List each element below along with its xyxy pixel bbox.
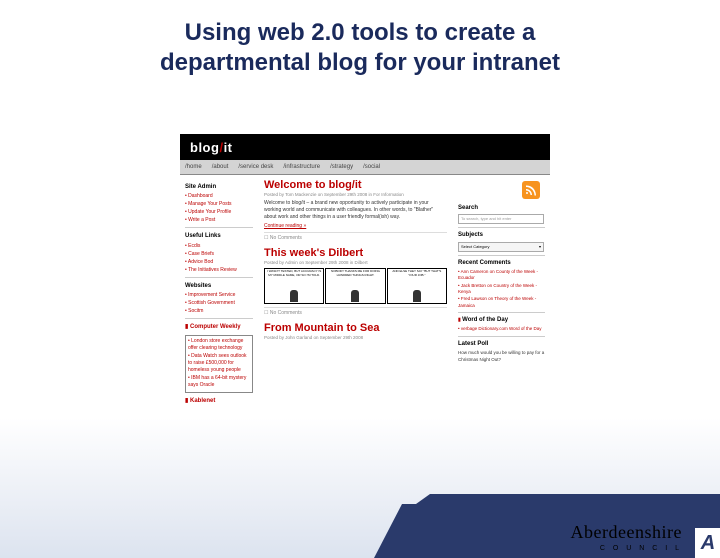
title-line-2: departmental blog for your intranet [0, 48, 720, 78]
title-line-1: Using web 2.0 tools to create a [0, 18, 720, 48]
nav-strategy[interactable]: /strategy [325, 164, 358, 170]
link-item[interactable]: Advice Bod [185, 259, 253, 266]
word-item[interactable]: verbage Dictionary.com Word of the Day [458, 326, 545, 332]
links-heading: Useful Links [185, 232, 253, 240]
admin-item[interactable]: Dashboard [185, 193, 253, 200]
comic-panel-3: AND ELSE THEY SAY "BUT THAT'S YOUR JOB." [387, 268, 447, 304]
poll-heading: Latest Poll [458, 340, 545, 348]
cw-box: London store exchange offer clearing tec… [185, 335, 253, 393]
sidebar-left: Site Admin Dashboard Manage Your Posts U… [180, 175, 258, 410]
nav-infrastructure[interactable]: /infrastructure [278, 164, 325, 170]
slide-title: Using web 2.0 tools to create a departme… [0, 18, 720, 78]
main-content: Welcome to blog/it Posted by Tom Mackenz… [258, 175, 453, 410]
blog-body: Site Admin Dashboard Manage Your Posts U… [180, 175, 550, 410]
search-heading: Search [458, 204, 545, 212]
comments-1[interactable]: No Comments [264, 232, 447, 241]
admin-item[interactable]: Update Your Profile [185, 209, 253, 216]
subjects-heading: Subjects [458, 231, 545, 239]
link-item[interactable]: Ecdis [185, 243, 253, 250]
logo-blog: blog [190, 140, 219, 155]
blog-screenshot: blog/it /home /about /service desk /infr… [180, 134, 550, 410]
brand-text: Aberdeenshire C O U N C I L [571, 522, 682, 552]
footer-bar: Aberdeenshire C O U N C I L A [0, 490, 720, 558]
nav-home[interactable]: /home [180, 164, 207, 170]
continue-link[interactable]: Continue reading » [264, 223, 447, 229]
admin-heading: Site Admin [185, 183, 253, 191]
link-item[interactable]: Case Briefs [185, 251, 253, 258]
nav-servicedesk[interactable]: /service desk [233, 164, 278, 170]
chevron-down-icon: ▾ [539, 244, 541, 250]
recent-item[interactable]: Fred Lawson on Theory of the Week - Jama… [458, 296, 545, 309]
cw-item[interactable]: Data Watch sees outlook to raise £500,00… [188, 353, 250, 374]
comic-strip: I WASN'T TESTED, BUT ACCURACY IS MY MIDD… [264, 268, 447, 304]
rss-icon[interactable] [522, 181, 540, 199]
brand-sub: C O U N C I L [571, 545, 682, 552]
poll-text: How much would you be willing to pay for… [458, 350, 544, 362]
website-item[interactable]: Improvement Service [185, 292, 253, 299]
word-heading: Word of the Day [458, 316, 545, 324]
post2-title[interactable]: This week's Dilbert [264, 247, 447, 259]
nav-social[interactable]: /social [358, 164, 385, 170]
recent-heading: Recent Comments [458, 259, 545, 267]
link-item[interactable]: The Initiatives Review [185, 267, 253, 274]
comic-panel-2: NOBODY THANKS ME FOR DOING HUNDRED THING… [325, 268, 385, 304]
blog-logo: blog/it [180, 134, 550, 160]
category-select[interactable]: Select Category▾ [458, 242, 544, 252]
website-item[interactable]: Socitm [185, 308, 253, 315]
nav-about[interactable]: /about [207, 164, 234, 170]
brand-logo-icon: A [695, 528, 720, 558]
post1-meta: Posted by Tom Mackenzie on September 29t… [264, 192, 447, 197]
post3-meta: Posted by John Garland on September 29th… [264, 335, 447, 340]
post2-meta: Posted by Admin on September 29th 2008 i… [264, 260, 447, 265]
post1-body: Welcome to blog/it – a brand new opportu… [264, 200, 447, 220]
website-item[interactable]: Scottish Government [185, 300, 253, 307]
cw-item[interactable]: London store exchange offer clearing tec… [188, 338, 250, 352]
kb-heading: ▮ Kablenet [185, 397, 253, 405]
blog-nav: /home /about /service desk /infrastructu… [180, 160, 550, 175]
sidebar-right: Search To search, type and hit enter Sub… [453, 175, 550, 410]
search-input[interactable]: To search, type and hit enter [458, 214, 544, 224]
comic-panel-1: I WASN'T TESTED, BUT ACCURACY IS MY MIDD… [264, 268, 324, 304]
cw-heading: ▮ Computer Weekly [185, 323, 253, 331]
admin-item[interactable]: Manage Your Posts [185, 201, 253, 208]
recent-item[interactable]: Jack Bretton on Country of the Week - Ke… [458, 283, 545, 296]
comments-2[interactable]: No Comments [264, 307, 447, 316]
recent-item[interactable]: Ann Cameron on County of the Week - Ecua… [458, 269, 545, 282]
logo-it: it [224, 140, 233, 155]
post3-title[interactable]: From Mountain to Sea [264, 322, 447, 334]
websites-heading: Websites [185, 282, 253, 290]
cw-item[interactable]: IBM has a 64-bit mystery says Oracle [188, 375, 250, 389]
logo-letter: A [701, 532, 715, 555]
post1-title[interactable]: Welcome to blog/it [264, 179, 447, 191]
admin-item[interactable]: Write a Post [185, 217, 253, 224]
